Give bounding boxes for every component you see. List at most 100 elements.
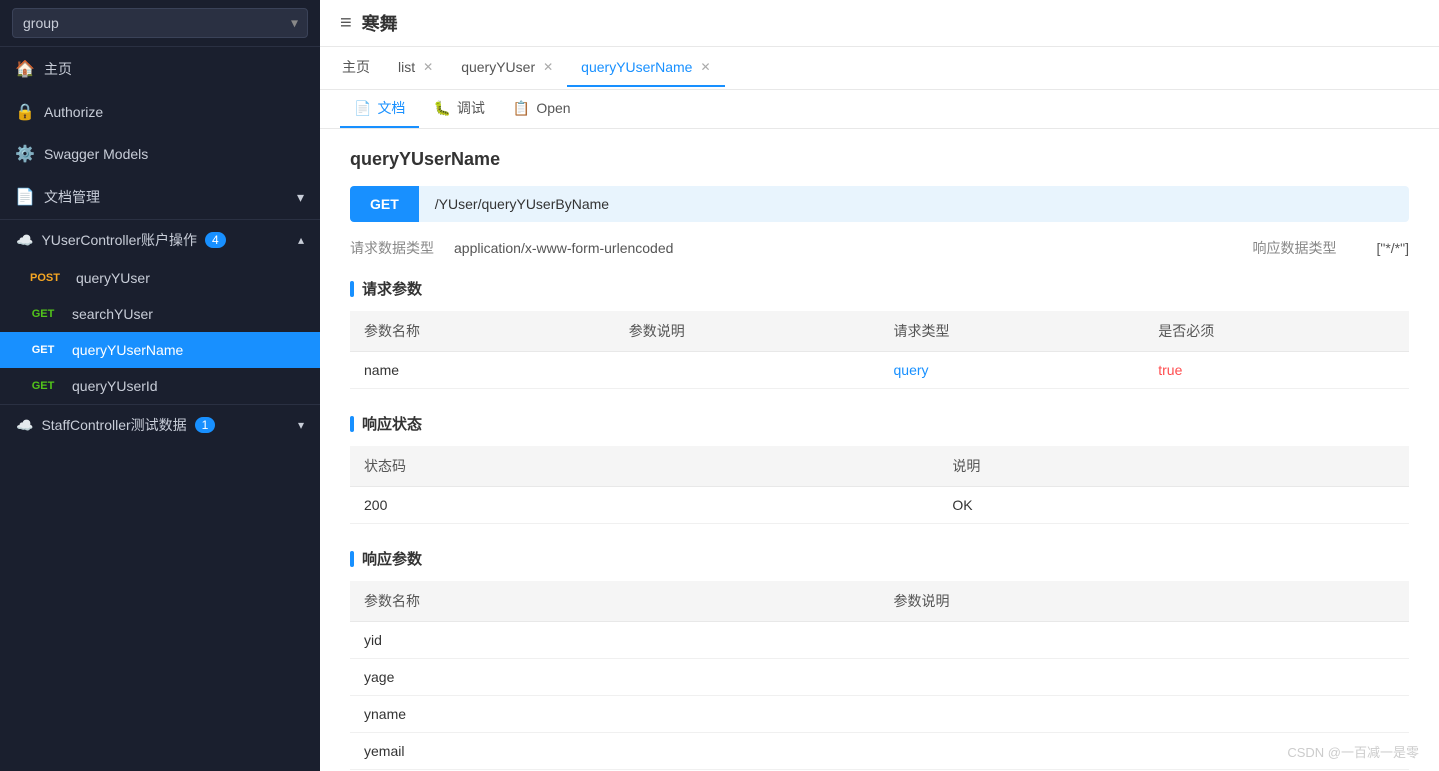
staff-controller-label: StaffController测试数据 [41, 415, 186, 435]
sidebar-home-label: 主页 [44, 59, 72, 79]
debug-tab[interactable]: 🐛 调试 [419, 90, 498, 128]
api-item-get-queryYUserId[interactable]: GET queryYUserId [0, 368, 320, 404]
doc-tab[interactable]: 📄 文档 [340, 90, 419, 128]
resp-param-yid: yid [350, 622, 880, 659]
debug-tab-label: 调试 [457, 98, 485, 118]
doc-tab-label: 文档 [377, 98, 405, 118]
main-area: ≡ 寒舞 主页 list ✕ queryYUser ✕ queryYUserNa… [320, 0, 1439, 771]
sidebar-item-authorize[interactable]: 🔒 Authorize [0, 91, 320, 133]
api-name-queryYUserId: queryYUserId [72, 378, 158, 394]
sidebar-item-swagger-models[interactable]: ⚙️ Swagger Models [0, 133, 320, 175]
api-item-get-searchYUser[interactable]: GET searchYUser [0, 296, 320, 332]
request-type-label: 请求数据类型 [350, 238, 434, 258]
param-desc-cell [615, 352, 880, 389]
api-meta-row: 请求数据类型 application/x-www-form-urlencoded… [350, 238, 1409, 258]
api-name-queryYUserName: queryYUserName [72, 342, 183, 358]
chevron-up-icon: ▴ [298, 233, 304, 247]
cloud-icon: ☁️ [16, 232, 33, 249]
sidebar-item-home[interactable]: 🏠 主页 [0, 47, 320, 91]
response-params-table: 参数名称 参数说明 yid yage [350, 581, 1409, 770]
chevron-down-icon-2: ▾ [298, 418, 304, 432]
col-status-desc: 说明 [938, 446, 1409, 487]
api-title: queryYUserName [350, 149, 1409, 170]
col-resp-param-name: 参数名称 [350, 581, 880, 622]
staff-controller-badge: 1 [195, 417, 216, 433]
tab-queryYUser-label: queryYUser [461, 59, 535, 75]
method-get-badge-active: GET [24, 342, 62, 358]
watermark: CSDN @一百减一是零 [1287, 742, 1419, 761]
request-params-section: 请求参数 参数名称 参数说明 请求类型 是否必须 name [350, 278, 1409, 389]
doc-icon: 📄 [16, 188, 34, 206]
open-tab-label: Open [536, 100, 570, 116]
api-endpoint: GET /YUser/queryYUserByName [350, 186, 1409, 222]
tab-queryYUserName[interactable]: queryYUserName ✕ [567, 49, 724, 87]
response-type-container: 响应数据类型 ["*/*"] [693, 238, 1409, 258]
response-params-section: 响应参数 参数名称 参数说明 yid yag [350, 548, 1409, 770]
yuser-controller-header[interactable]: ☁️ YUserController账户操作 4 ▴ [0, 220, 320, 260]
resp-param-yname-desc [880, 696, 1410, 733]
doc-debug-bar: 📄 文档 🐛 调试 📋 Open [320, 90, 1439, 129]
api-item-post-queryYUser[interactable]: POST queryYUser [0, 260, 320, 296]
response-type-label: 响应数据类型 [1252, 238, 1336, 258]
method-get-badge: GET [24, 306, 62, 322]
staff-controller-header[interactable]: ☁️ StaffController测试数据 1 ▾ [0, 405, 320, 445]
tab-list-label: list [398, 59, 415, 75]
col-status-code: 状态码 [350, 446, 938, 487]
home-icon: 🏠 [16, 60, 34, 78]
gear-icon: ⚙️ [16, 145, 34, 163]
sidebar-swagger-label: Swagger Models [44, 146, 148, 162]
sidebar: group 🏠 主页 🔒 Authorize ⚙️ Swagger Models… [0, 0, 320, 771]
cloud-icon-2: ☁️ [16, 417, 33, 434]
response-status-section: 响应状态 状态码 说明 200 OK [350, 413, 1409, 524]
open-tab-icon: 📋 [513, 100, 530, 117]
app-title: 寒舞 [362, 10, 398, 36]
resp-param-yid-desc [880, 622, 1410, 659]
request-params-title: 请求参数 [350, 278, 1409, 299]
main-header: ≡ 寒舞 [320, 0, 1439, 47]
param-name-cell: name [350, 352, 615, 389]
table-row: yemail [350, 733, 1409, 770]
api-name-queryYUser: queryYUser [76, 270, 150, 286]
api-endpoint-url: /YUser/queryYUserByName [419, 186, 625, 222]
api-name-searchYUser: searchYUser [72, 306, 153, 322]
content-inner: queryYUserName GET /YUser/queryYUserByNa… [320, 129, 1439, 771]
sidebar-item-doc-management[interactable]: 📄 文档管理 ▾ [0, 175, 320, 219]
tab-home[interactable]: 主页 [328, 47, 384, 89]
response-status-title: 响应状态 [350, 413, 1409, 434]
tab-queryYUserName-label: queryYUserName [581, 59, 692, 75]
sidebar-doc-label: 文档管理 [44, 187, 100, 207]
sidebar-search: group [0, 0, 320, 47]
resp-param-yname: yname [350, 696, 880, 733]
tab-list[interactable]: list ✕ [384, 49, 447, 87]
table-row: yname [350, 696, 1409, 733]
api-item-get-queryYUserName[interactable]: GET queryYUserName [0, 332, 320, 368]
yuser-controller-label: YUserController账户操作 [41, 230, 197, 250]
tab-queryYUser[interactable]: queryYUser ✕ [447, 49, 567, 87]
tab-queryYUserName-close[interactable]: ✕ [700, 60, 710, 74]
param-required-cell: true [1158, 362, 1182, 378]
resp-param-yemail: yemail [350, 733, 880, 770]
col-request-type: 请求类型 [880, 311, 1145, 352]
response-type-value: ["*/*"] [1376, 240, 1409, 256]
open-tab[interactable]: 📋 Open [499, 92, 585, 127]
staff-controller-section: ☁️ StaffController测试数据 1 ▾ [0, 404, 320, 445]
col-resp-param-desc: 参数说明 [880, 581, 1410, 622]
resp-param-yage: yage [350, 659, 880, 696]
table-row: yid [350, 622, 1409, 659]
content-area: 📄 文档 🐛 调试 📋 Open queryYUserName GET /YUs… [320, 90, 1439, 771]
chevron-down-icon: ▾ [297, 189, 304, 206]
col-param-desc: 参数说明 [615, 311, 880, 352]
table-row: 200 OK [350, 487, 1409, 524]
menu-icon: ≡ [340, 12, 352, 35]
status-code-cell: 200 [350, 487, 938, 524]
sidebar-authorize-label: Authorize [44, 104, 103, 120]
request-type-value: application/x-www-form-urlencoded [454, 240, 673, 256]
group-select[interactable]: group [12, 8, 308, 38]
tabs-bar: 主页 list ✕ queryYUser ✕ queryYUserName ✕ [320, 47, 1439, 90]
yuser-controller-badge: 4 [205, 232, 226, 248]
tab-queryYUser-close[interactable]: ✕ [543, 60, 553, 74]
tab-list-close[interactable]: ✕ [423, 60, 433, 74]
col-required: 是否必须 [1144, 311, 1409, 352]
response-params-title: 响应参数 [350, 548, 1409, 569]
status-desc-cell: OK [938, 487, 1409, 524]
